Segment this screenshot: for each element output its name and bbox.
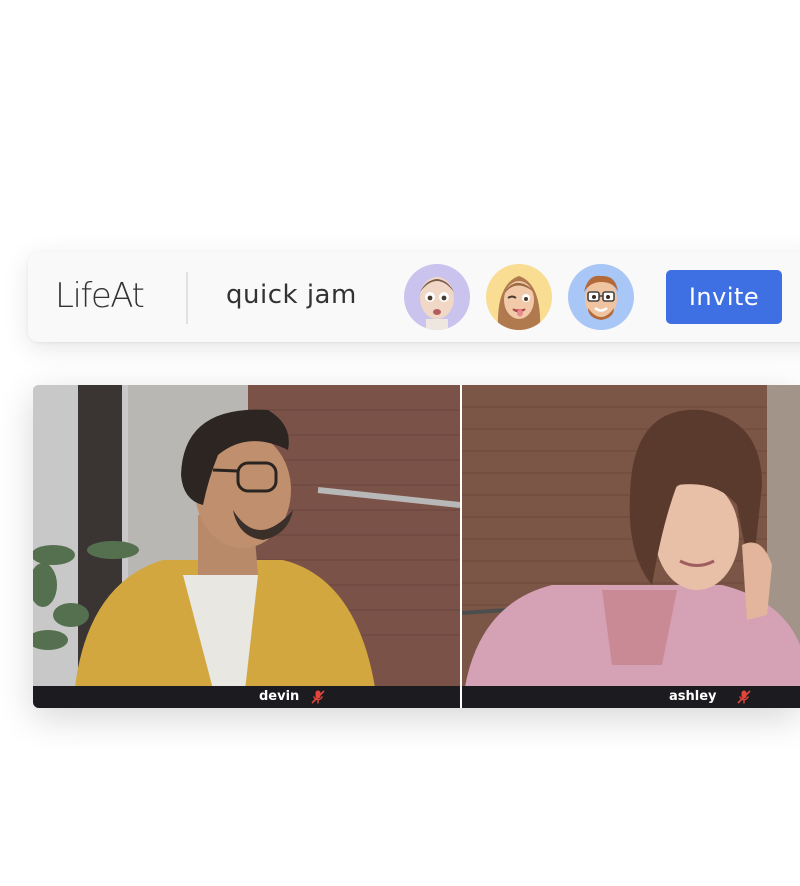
- memoji-man-bald-icon: [404, 264, 470, 330]
- participant-caption: ashley: [462, 686, 800, 708]
- toolbar-divider: [186, 272, 188, 324]
- video-feed-ashley: [462, 385, 800, 708]
- memoji-man-glasses-icon: [568, 264, 634, 330]
- invite-button[interactable]: Invite: [666, 270, 782, 324]
- participant-avatar-3[interactable]: [568, 264, 634, 330]
- lifeat-logo[interactable]: LifeAt: [55, 276, 145, 316]
- participant-avatar-1[interactable]: [404, 264, 470, 330]
- video-tile-devin[interactable]: devin: [33, 385, 460, 708]
- call-toolbar: LifeAt quick jam Invite: [28, 252, 800, 342]
- mic-muted-icon[interactable]: [310, 689, 326, 705]
- video-grid: devin ashley: [33, 385, 800, 708]
- participant-name-devin: devin: [259, 689, 300, 704]
- participant-avatar-2[interactable]: [486, 264, 552, 330]
- video-tile-ashley[interactable]: ashley: [462, 385, 800, 708]
- room-name: quick jam: [226, 280, 357, 310]
- video-feed-devin: [33, 385, 460, 708]
- participant-caption: devin: [33, 686, 460, 708]
- mic-muted-icon[interactable]: [736, 689, 752, 705]
- participant-name-ashley: ashley: [669, 689, 717, 704]
- memoji-woman-winking-icon: [486, 264, 552, 330]
